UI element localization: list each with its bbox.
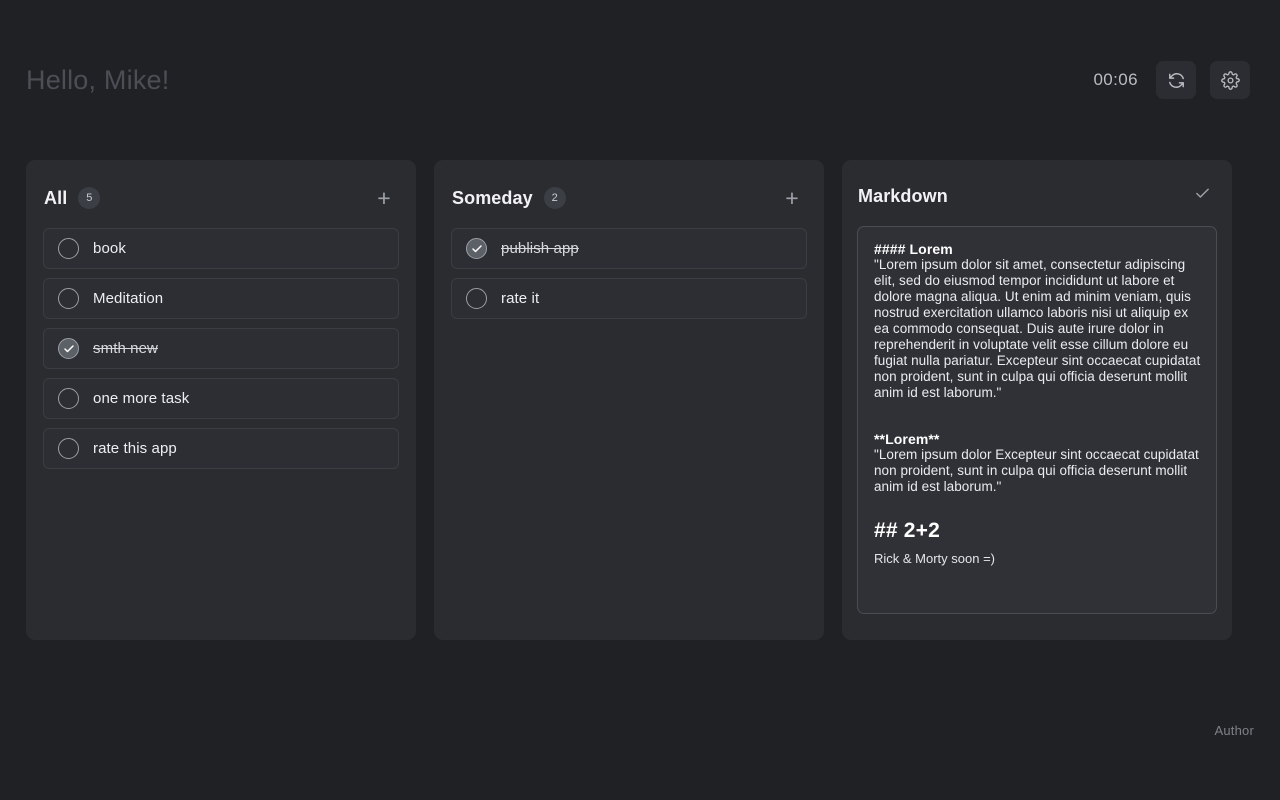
markdown-editor[interactable]: #### Lorem "Lorem ipsum dolor sit amet, … (857, 226, 1217, 614)
gear-icon (1221, 71, 1240, 90)
task-row[interactable]: publish app (451, 228, 807, 269)
task-label: publish app (501, 240, 579, 257)
app-header: Hello, Mike! 00:06 (26, 0, 1254, 160)
markdown-spacer (874, 495, 1202, 519)
task-checkbox[interactable] (58, 288, 79, 309)
task-checkbox[interactable] (58, 238, 79, 259)
task-checkbox[interactable] (466, 288, 487, 309)
task-checkbox[interactable] (58, 338, 79, 359)
column-title: All (44, 188, 67, 209)
timer-display: 00:06 (1093, 70, 1138, 90)
app-root: Hello, Mike! 00:06 (0, 0, 1280, 800)
greeting-text: Hello, Mike! (26, 65, 169, 96)
task-row[interactable]: one more task (43, 378, 399, 419)
column-header: Someday 2 + (451, 178, 807, 218)
task-row[interactable]: book (43, 228, 399, 269)
task-checkbox[interactable] (466, 238, 487, 259)
markdown-bold-text: **Lorem** (874, 431, 1202, 447)
task-label: rate this app (93, 440, 177, 457)
settings-button[interactable] (1210, 61, 1250, 99)
markdown-spacer (874, 401, 1202, 431)
column-title: Someday (452, 188, 533, 209)
task-checkbox[interactable] (58, 438, 79, 459)
header-actions: 00:06 (1093, 61, 1254, 99)
task-row[interactable]: rate this app (43, 428, 399, 469)
markdown-title: Markdown (858, 186, 948, 207)
task-checkbox[interactable] (58, 388, 79, 409)
markdown-paragraph-2: "Lorem ipsum dolor Excepteur sint occaec… (874, 447, 1202, 495)
column-markdown: Markdown #### Lorem "Lorem ipsum dolor s… (842, 160, 1232, 640)
markdown-heading-4: #### Lorem (874, 241, 1202, 257)
task-label: one more task (93, 390, 189, 407)
task-label: Meditation (93, 290, 163, 307)
author-link[interactable]: Author (1214, 723, 1254, 738)
sync-button[interactable] (1156, 61, 1196, 99)
task-row[interactable]: Meditation (43, 278, 399, 319)
task-list: book Meditation smth new (43, 228, 399, 469)
task-count-badge: 5 (78, 187, 100, 209)
task-board: All 5 + book Meditation (26, 160, 1254, 640)
confirm-button[interactable] (1190, 184, 1214, 208)
markdown-paragraph-1: "Lorem ipsum dolor sit amet, consectetur… (874, 257, 1202, 401)
task-row[interactable]: smth new (43, 328, 399, 369)
markdown-header: Markdown (857, 176, 1217, 216)
task-row[interactable]: rate it (451, 278, 807, 319)
column-all: All 5 + book Meditation (26, 160, 416, 640)
add-task-button[interactable]: + (372, 186, 396, 210)
check-icon (1194, 185, 1211, 207)
column-someday: Someday 2 + publish app rate it (434, 160, 824, 640)
task-count-badge: 2 (544, 187, 566, 209)
add-task-button[interactable]: + (780, 186, 804, 210)
task-label: smth new (93, 340, 158, 357)
refresh-icon (1167, 71, 1186, 90)
markdown-heading-2: ## 2+2 (874, 519, 1202, 543)
column-header: All 5 + (43, 178, 399, 218)
task-list: publish app rate it (451, 228, 807, 319)
task-label: rate it (501, 290, 539, 307)
markdown-paragraph-3: Rick & Morty soon =) (874, 551, 1202, 566)
task-label: book (93, 240, 126, 257)
